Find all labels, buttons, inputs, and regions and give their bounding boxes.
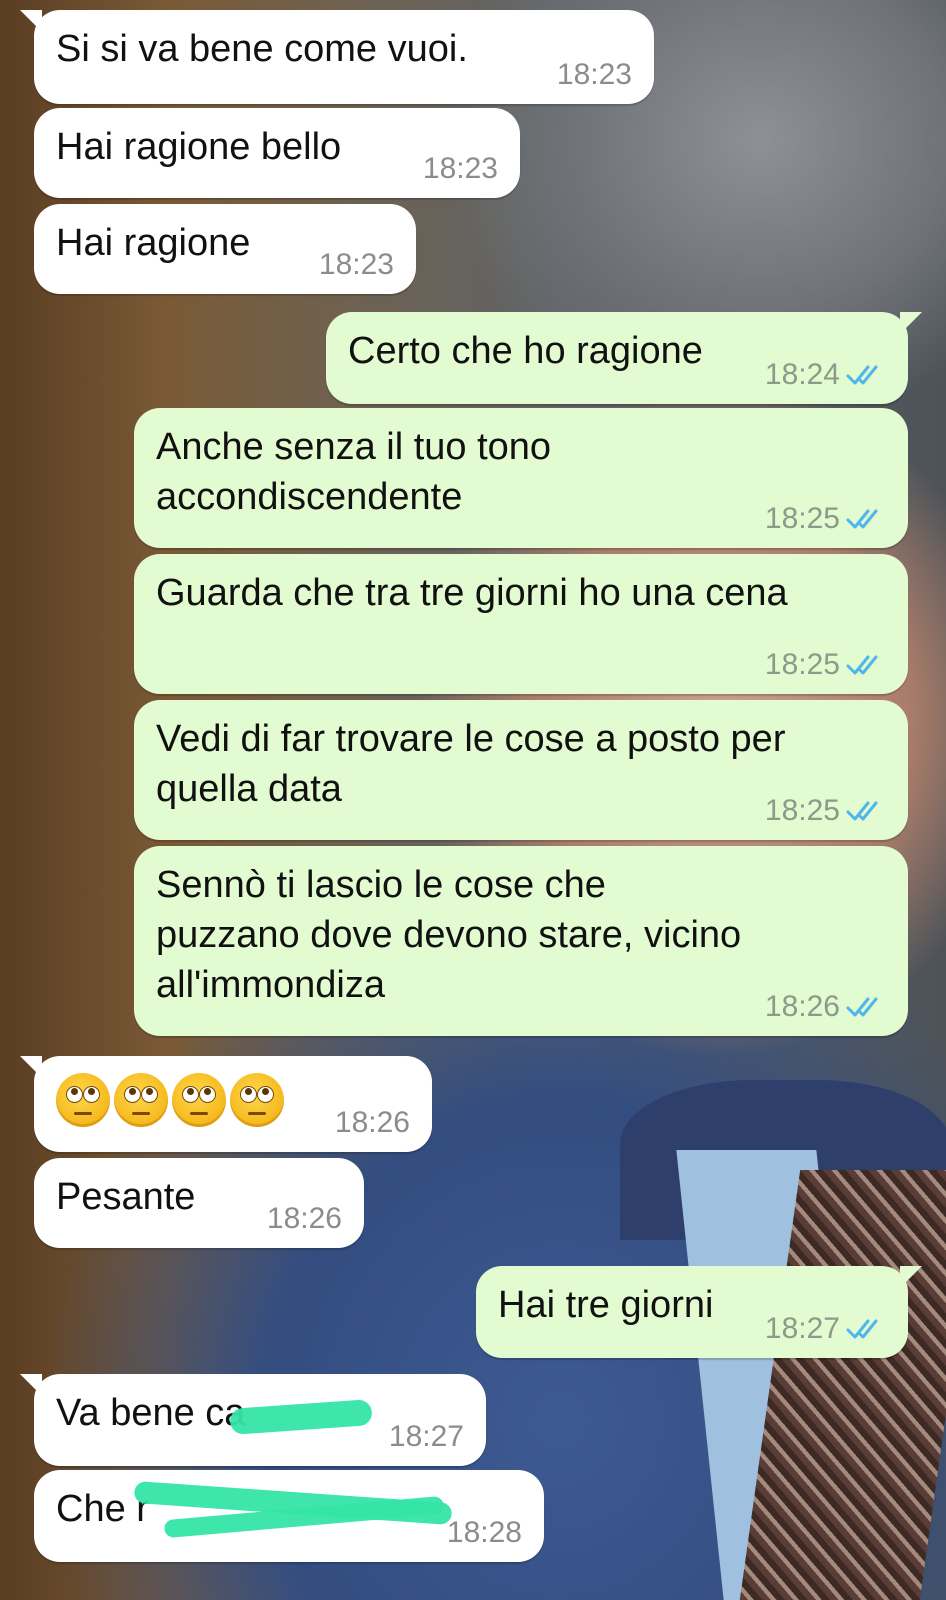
- incoming-message[interactable]: Va bene ca 18:27: [20, 1374, 486, 1466]
- message-meta: 18:23: [557, 58, 632, 92]
- message-meta: 18:28: [447, 1516, 522, 1550]
- message-time: 18:26: [334, 1106, 410, 1139]
- read-receipt-icon: [846, 365, 878, 385]
- message-meta: 18:26: [335, 1106, 410, 1140]
- face-with-rolling-eyes-icon: [230, 1073, 284, 1127]
- message-time: 18:27: [764, 1312, 840, 1345]
- message-meta: 18:27: [765, 1312, 886, 1346]
- incoming-message[interactable]: 18:26: [20, 1056, 432, 1152]
- message-time: 18:25: [764, 502, 840, 535]
- message-meta: 18:23: [319, 248, 394, 282]
- message-time: 18:24: [764, 358, 840, 391]
- face-with-rolling-eyes-icon: [172, 1073, 226, 1127]
- message-time: 18:28: [446, 1516, 522, 1549]
- message-meta: 18:24: [765, 358, 886, 392]
- message-time: 18:27: [388, 1420, 464, 1453]
- incoming-message[interactable]: Hai ragione bello 18:23: [34, 108, 520, 198]
- message-time: 18:23: [422, 152, 498, 185]
- outgoing-message[interactable]: Vedi di far trovare le cose a posto per …: [134, 700, 908, 840]
- message-time: 18:26: [764, 990, 840, 1023]
- message-meta: 18:27: [389, 1420, 464, 1454]
- read-receipt-icon: [846, 509, 878, 529]
- outgoing-message[interactable]: Hai tre giorni 18:27: [476, 1266, 922, 1358]
- message-meta: 18:26: [765, 990, 886, 1024]
- message-meta: 18:26: [267, 1202, 342, 1236]
- read-receipt-icon: [846, 997, 878, 1017]
- message-meta: 18:25: [765, 648, 886, 682]
- message-meta: 18:23: [423, 152, 498, 186]
- face-with-rolling-eyes-icon: [114, 1073, 168, 1127]
- face-with-rolling-eyes-icon: [56, 1073, 110, 1127]
- message-time: 18:23: [318, 248, 394, 281]
- incoming-message[interactable]: Hai ragione 18:23: [34, 204, 416, 294]
- incoming-message[interactable]: Pesante 18:26: [34, 1158, 364, 1248]
- message-list[interactable]: Si si va bene come vuoi. 18:23 Hai ragio…: [0, 0, 946, 1600]
- message-text: Sennò ti lascio le cose che puzzano dove…: [156, 864, 742, 1006]
- read-receipt-icon: [846, 1319, 878, 1339]
- read-receipt-icon: [846, 655, 878, 675]
- message-time: 18:26: [266, 1202, 342, 1235]
- message-time: 18:25: [764, 648, 840, 681]
- message-text: Guarda che tra tre giorni ho una cena: [156, 572, 788, 614]
- outgoing-message[interactable]: Certo che ho ragione 18:24: [326, 312, 922, 404]
- outgoing-message[interactable]: Anche senza il tuo tono accondiscendente…: [134, 408, 908, 548]
- outgoing-message[interactable]: Guarda che tra tre giorni ho una cena 18…: [134, 554, 908, 694]
- outgoing-message[interactable]: Sennò ti lascio le cose che puzzano dove…: [134, 846, 908, 1036]
- message-meta: 18:25: [765, 502, 886, 536]
- message-time: 18:23: [556, 58, 632, 91]
- incoming-message[interactable]: Che r 18:28: [34, 1470, 544, 1562]
- incoming-message[interactable]: Si si va bene come vuoi. 18:23: [20, 10, 654, 104]
- message-time: 18:25: [764, 794, 840, 827]
- message-meta: 18:25: [765, 794, 886, 828]
- message-text: Si si va bene come vuoi.: [56, 28, 468, 70]
- read-receipt-icon: [846, 801, 878, 821]
